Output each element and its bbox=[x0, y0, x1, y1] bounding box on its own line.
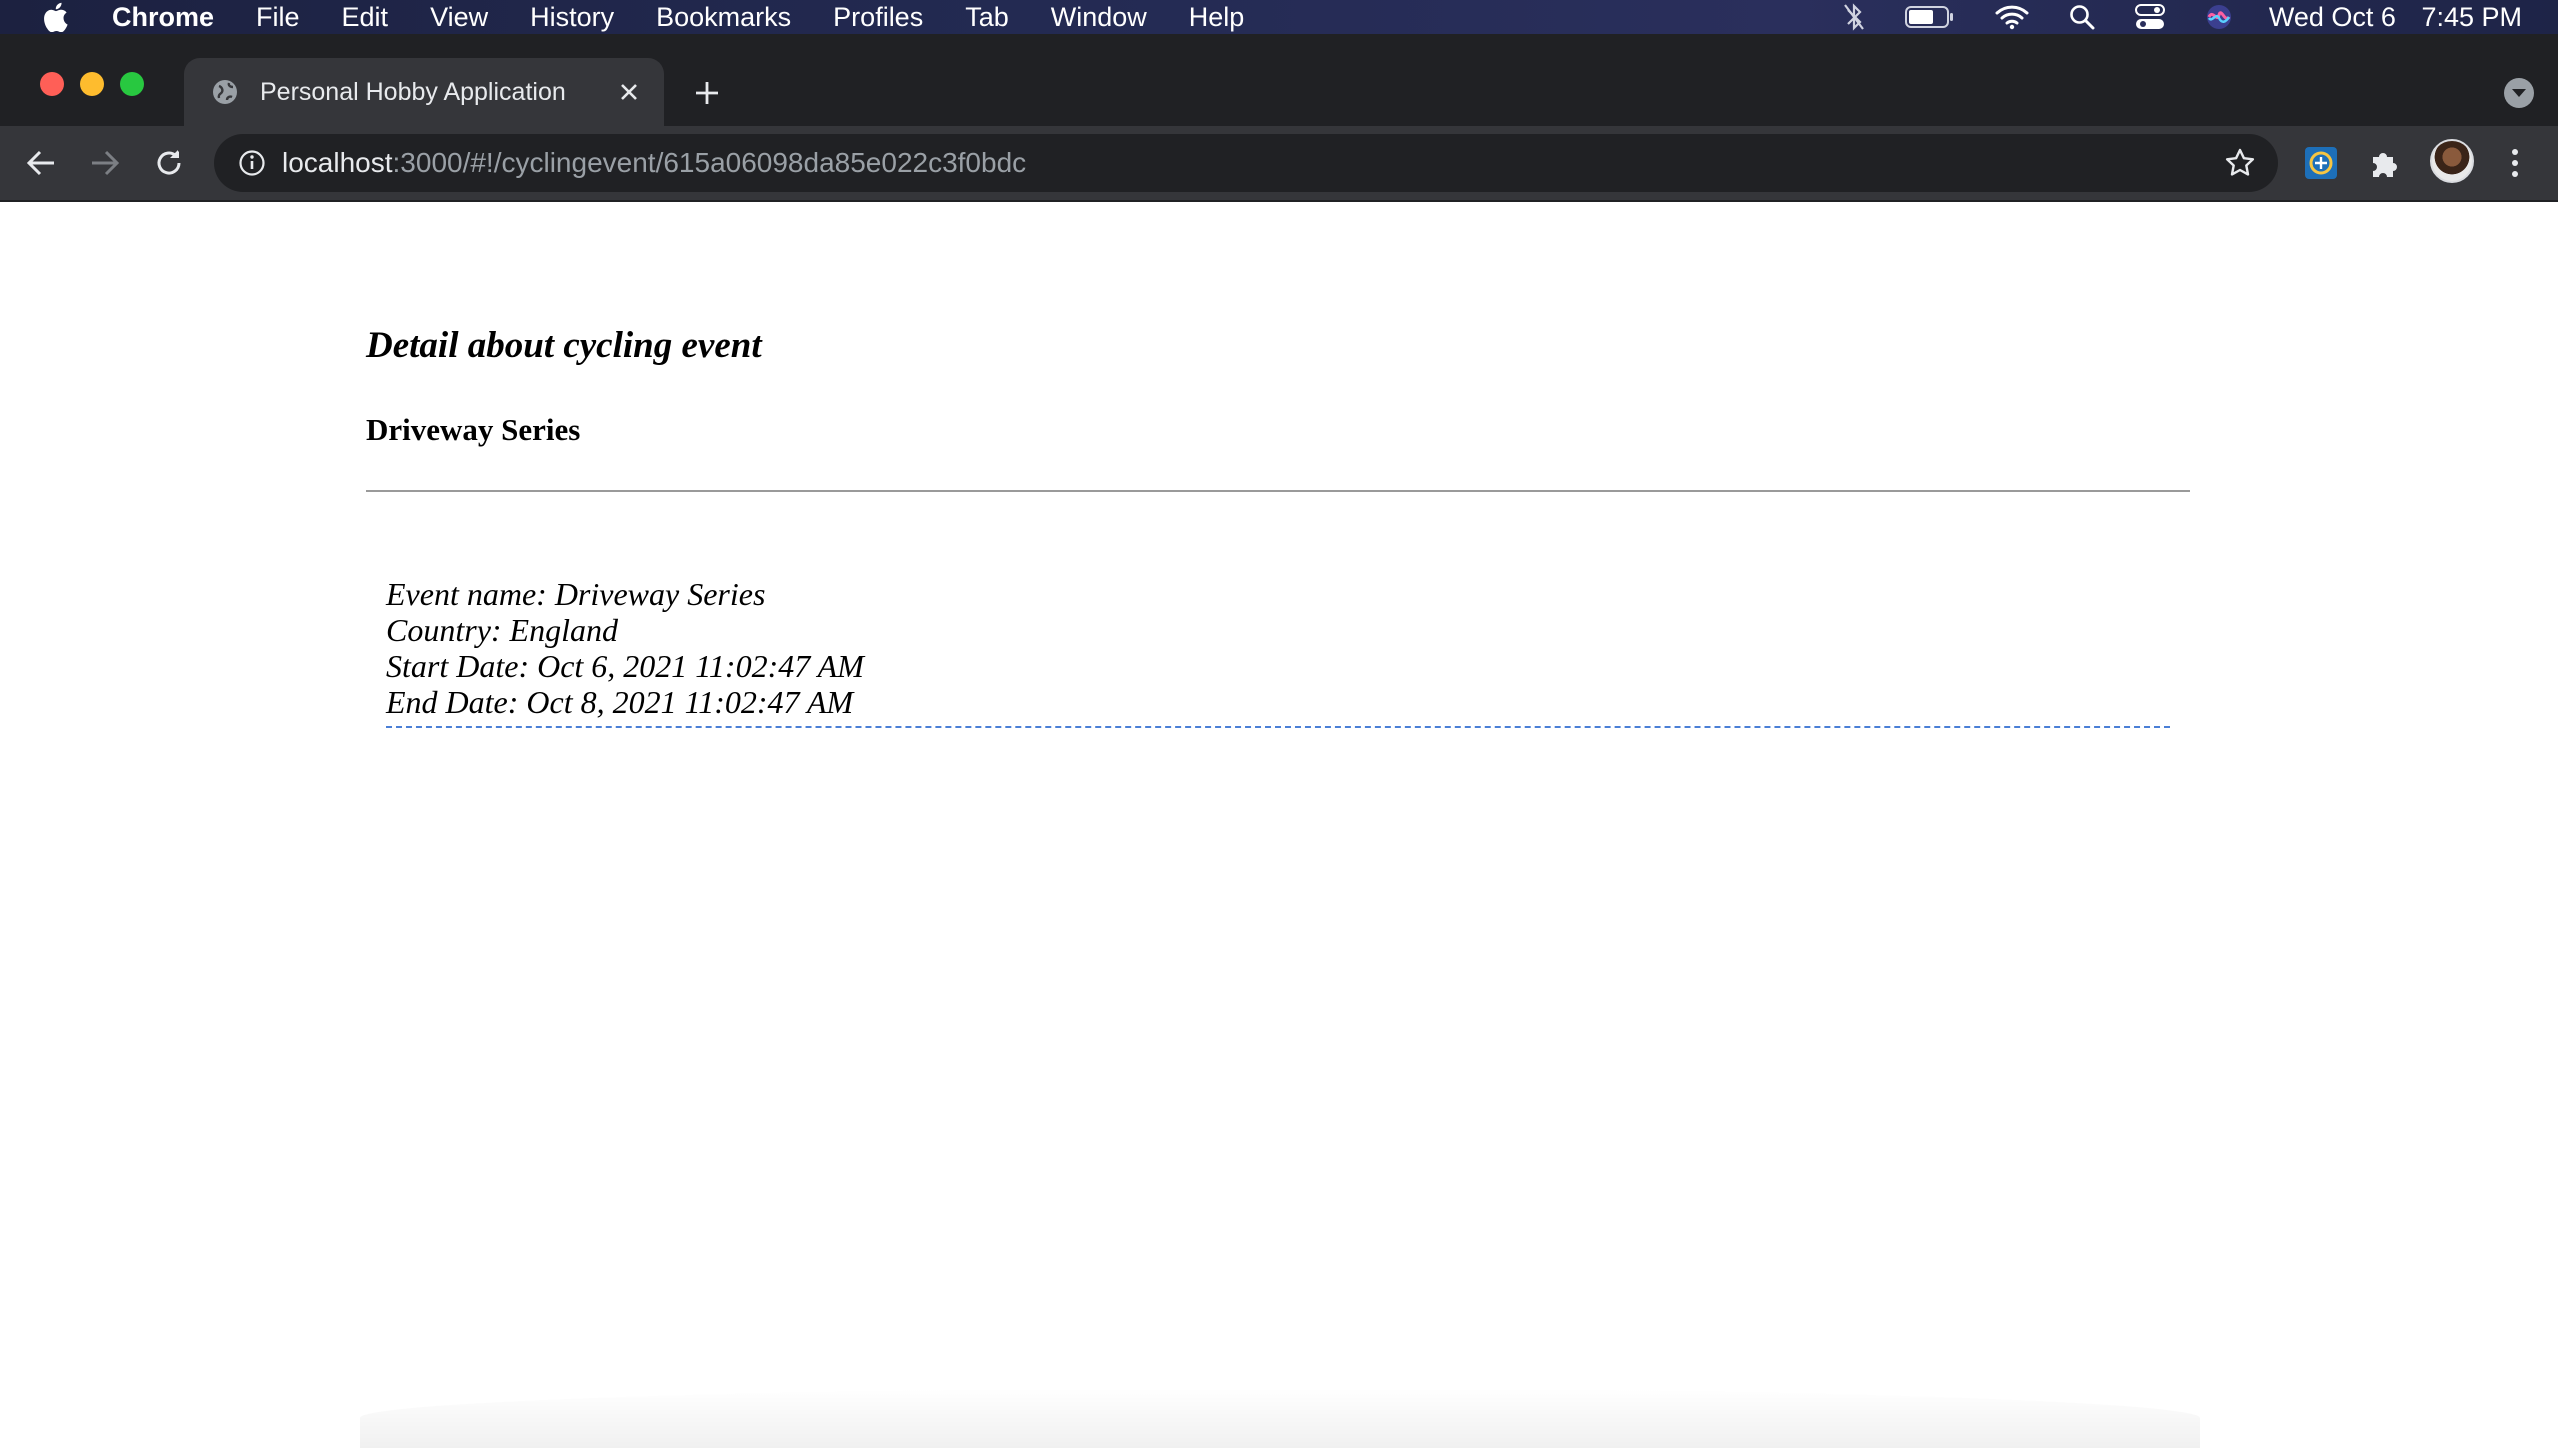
extension-icon[interactable] bbox=[2302, 144, 2340, 182]
menu-profiles[interactable]: Profiles bbox=[833, 2, 923, 33]
tab-search-button[interactable] bbox=[2504, 78, 2534, 108]
globe-icon bbox=[210, 77, 240, 107]
site-info-icon[interactable] bbox=[236, 147, 268, 179]
menu-history[interactable]: History bbox=[530, 2, 614, 33]
menu-bar-status-area: Wed Oct 6 7:45 PM bbox=[1803, 0, 2522, 34]
url-host: localhost bbox=[282, 147, 393, 178]
bluetooth-off-icon[interactable] bbox=[1843, 3, 1865, 31]
tab-title: Personal Hobby Application bbox=[260, 77, 566, 106]
end-date-row: End Date: Oct 8, 2021 11:02:47 AM bbox=[386, 684, 854, 720]
clock-time: 7:45 PM bbox=[2421, 1, 2522, 32]
close-window-button[interactable] bbox=[40, 72, 64, 96]
reload-button[interactable] bbox=[150, 144, 188, 182]
reload-icon bbox=[157, 150, 181, 175]
arrow-right-icon bbox=[92, 150, 120, 176]
browser-tab-strip: Personal Hobby Application bbox=[0, 34, 2558, 126]
country-row: Country: England bbox=[386, 612, 618, 648]
puzzle-piece-icon[interactable] bbox=[2366, 144, 2404, 182]
new-tab-button[interactable] bbox=[690, 76, 724, 110]
spotlight-search-icon[interactable] bbox=[2069, 4, 2095, 30]
fullscreen-window-button[interactable] bbox=[120, 72, 144, 96]
event-title: Driveway Series bbox=[366, 412, 581, 447]
window-controls bbox=[40, 72, 160, 96]
clock-date: Wed Oct 6 bbox=[2268, 1, 2396, 32]
forward-button[interactable] bbox=[86, 144, 124, 182]
close-tab-icon[interactable] bbox=[614, 77, 644, 107]
page-bottom-shadow bbox=[360, 1388, 2200, 1448]
chevron-down-icon bbox=[2512, 89, 2526, 97]
browser-tab-active[interactable]: Personal Hobby Application bbox=[184, 58, 664, 126]
menu-tab[interactable]: Tab bbox=[965, 2, 1009, 33]
menu-file[interactable]: File bbox=[256, 2, 300, 33]
menu-bookmarks[interactable]: Bookmarks bbox=[656, 2, 791, 33]
siri-icon[interactable] bbox=[2205, 3, 2233, 31]
menu-bar-clock[interactable]: Wed Oct 6 7:45 PM bbox=[2269, 2, 2522, 33]
wifi-icon[interactable] bbox=[1995, 4, 2029, 30]
back-button[interactable] bbox=[22, 144, 60, 182]
menu-help[interactable]: Help bbox=[1189, 2, 1245, 33]
bookmark-star-icon[interactable] bbox=[2224, 147, 2256, 179]
divider bbox=[366, 490, 2190, 492]
start-date-row: Start Date: Oct 6, 2021 11:02:47 AM bbox=[386, 648, 864, 684]
page-title: Detail about cycling event bbox=[366, 325, 762, 366]
menu-view[interactable]: View bbox=[430, 2, 488, 33]
more-menu-icon[interactable] bbox=[2496, 144, 2534, 182]
address-bar[interactable]: localhost:3000/#!/cyclingevent/615a06098… bbox=[214, 134, 2278, 192]
control-center-icon[interactable] bbox=[2134, 4, 2165, 30]
page-content: Detail about cycling event Driveway Seri… bbox=[0, 202, 2558, 1448]
event-details: Event name: Driveway Series Country: Eng… bbox=[386, 576, 2170, 728]
apple-icon[interactable] bbox=[40, 2, 70, 32]
profile-avatar[interactable] bbox=[2430, 139, 2474, 183]
macos-menu-bar: Chrome File Edit View History Bookmarks … bbox=[0, 0, 2558, 34]
browser-toolbar: localhost:3000/#!/cyclingevent/615a06098… bbox=[0, 126, 2558, 202]
menu-app-chrome[interactable]: Chrome bbox=[112, 2, 214, 33]
menu-edit[interactable]: Edit bbox=[342, 2, 389, 33]
menu-window[interactable]: Window bbox=[1051, 2, 1147, 33]
url-path: :3000/#!/cyclingevent/615a06098da85e022c… bbox=[392, 147, 1027, 178]
battery-icon[interactable] bbox=[1904, 5, 1955, 29]
minimize-window-button[interactable] bbox=[80, 72, 104, 96]
event-name-row: Event name: Driveway Series bbox=[386, 576, 766, 612]
arrow-left-icon bbox=[26, 150, 54, 176]
